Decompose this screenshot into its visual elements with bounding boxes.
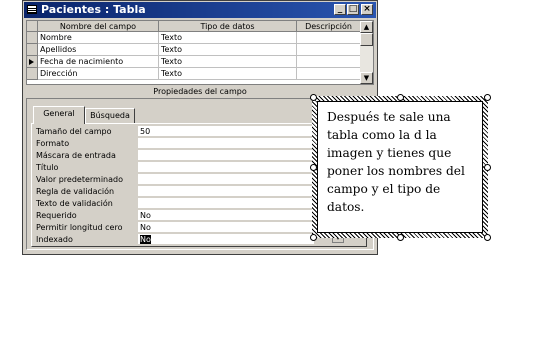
resize-handle[interactable] [484, 164, 491, 171]
callout-text: Después te sale una tabla como la d la i… [327, 110, 465, 214]
resize-handle[interactable] [397, 234, 404, 241]
property-value-field[interactable] [138, 150, 314, 161]
property-label: Valor predeterminado [36, 175, 123, 184]
resize-handle[interactable] [397, 94, 404, 101]
window-title: Pacientes : Tabla [41, 3, 146, 16]
field-name-cell[interactable]: Dirección [38, 68, 159, 80]
tab-busqueda[interactable]: Búsqueda [85, 108, 135, 123]
property-value-field[interactable]: No [138, 234, 314, 245]
property-label: Permitir longitud cero [36, 223, 123, 232]
property-label: Requerido [36, 211, 77, 220]
property-label: Máscara de entrada [36, 151, 116, 160]
data-type-cell[interactable]: Texto [159, 32, 297, 44]
maximize-button[interactable]: □ [347, 4, 359, 15]
description-cell[interactable] [297, 44, 361, 56]
callout-box: Después te sale una tabla como la d la i… [317, 101, 483, 233]
scroll-thumb[interactable] [360, 33, 373, 46]
column-header-description: Descripción [297, 21, 361, 32]
row-selector[interactable] [27, 68, 38, 80]
selected-value-text: No [140, 235, 151, 244]
vertical-scrollbar[interactable]: ▲ ▼ [360, 21, 373, 84]
property-value-field[interactable] [138, 162, 314, 173]
column-header-field-name: Nombre del campo [38, 21, 159, 32]
minimize-button[interactable]: _ [334, 4, 346, 15]
property-label: Indexado [36, 235, 73, 244]
row-selector[interactable] [27, 32, 38, 44]
grid-corner [27, 21, 38, 32]
current-row-arrow-icon [29, 59, 34, 65]
property-label: Título [36, 163, 59, 172]
property-label: Formato [36, 139, 70, 148]
row-selector[interactable] [27, 44, 38, 56]
resize-handle[interactable] [310, 234, 317, 241]
field-name-cell[interactable]: Fecha de nacimiento [38, 56, 159, 68]
property-value-field[interactable]: No [138, 222, 314, 233]
resize-handle[interactable] [310, 94, 317, 101]
tab-general[interactable]: General [33, 106, 85, 124]
column-header-data-type: Tipo de datos [159, 21, 297, 32]
scroll-up-icon[interactable]: ▲ [360, 21, 373, 33]
table-row[interactable]: Dirección Texto [27, 68, 361, 80]
property-value-field[interactable]: No [138, 210, 314, 221]
data-type-cell[interactable]: Texto [159, 68, 297, 80]
property-label: Texto de validación [36, 199, 113, 208]
property-value-field[interactable] [138, 174, 314, 185]
property-value-field[interactable]: 50 [138, 126, 314, 137]
data-type-cell[interactable]: Texto [159, 56, 297, 68]
table-row[interactable]: Apellidos Texto [27, 44, 361, 56]
row-selector[interactable] [27, 56, 38, 68]
data-type-cell[interactable]: Texto [159, 44, 297, 56]
annotation-callout[interactable]: Después te sale una tabla como la d la i… [312, 96, 488, 238]
scroll-down-icon[interactable]: ▼ [360, 72, 373, 84]
property-value-field[interactable] [138, 186, 314, 197]
close-button[interactable]: × [361, 4, 373, 15]
field-name-cell[interactable]: Nombre [38, 32, 159, 44]
table-row[interactable]: Fecha de nacimiento Texto [27, 56, 361, 68]
field-grid: Nombre del campo Tipo de datos Descripci… [26, 20, 374, 85]
property-value-field[interactable] [138, 198, 314, 209]
resize-handle[interactable] [484, 234, 491, 241]
description-cell[interactable] [297, 32, 361, 44]
table-icon [27, 5, 37, 14]
resize-handle[interactable] [484, 94, 491, 101]
property-label: Tamaño del campo [36, 127, 112, 136]
field-name-cell[interactable]: Apellidos [38, 44, 159, 56]
description-cell[interactable] [297, 56, 361, 68]
property-label: Regla de validación [36, 187, 115, 196]
property-value-field[interactable] [138, 138, 314, 149]
table-row[interactable]: Nombre Texto [27, 32, 361, 44]
resize-handle[interactable] [310, 164, 317, 171]
description-cell[interactable] [297, 68, 361, 80]
title-bar[interactable]: Pacientes : Tabla _ □ × [24, 2, 376, 18]
